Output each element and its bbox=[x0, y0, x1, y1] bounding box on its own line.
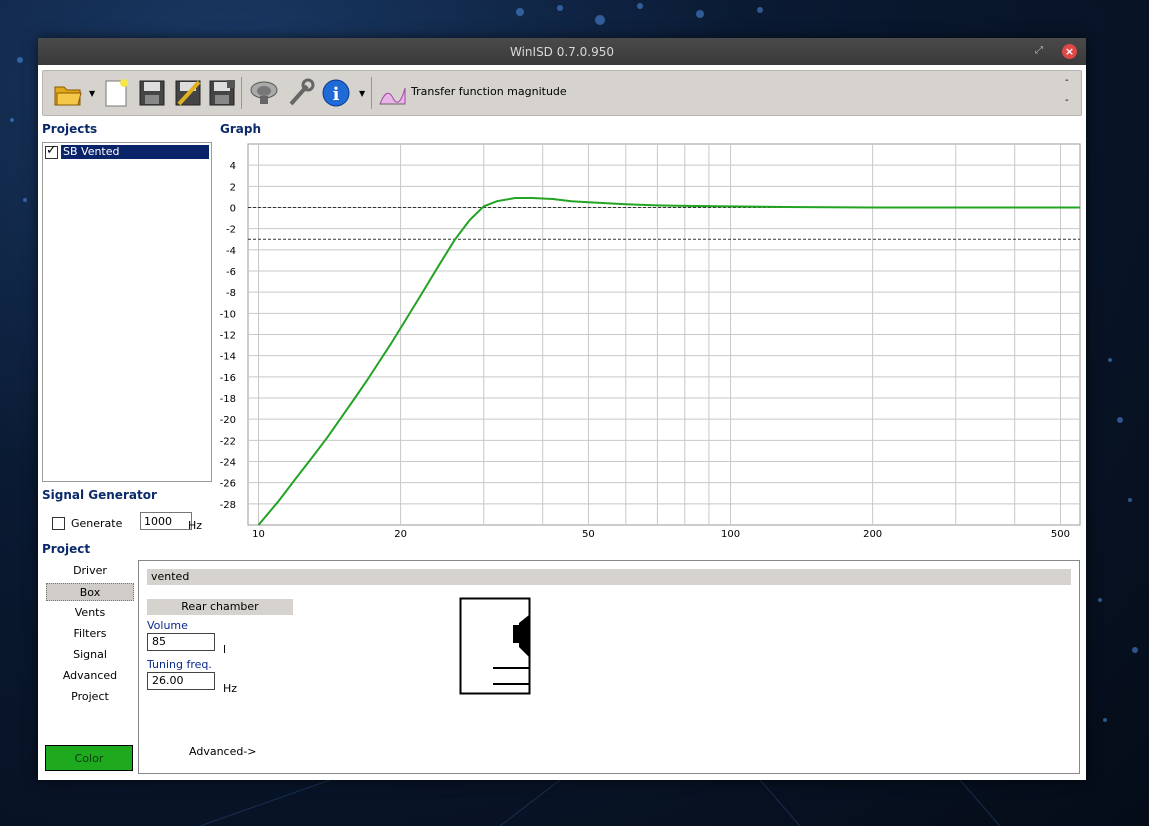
tuning-label: Tuning freq. bbox=[147, 658, 212, 671]
y-tick-label: -10 bbox=[220, 309, 236, 320]
graph-type-label[interactable]: Transfer function magnitude bbox=[411, 85, 567, 98]
projects-title: Projects bbox=[42, 122, 98, 136]
frequency-unit: Hz bbox=[188, 519, 203, 532]
y-tick-label: -4 bbox=[226, 246, 236, 257]
generate-checkbox[interactable] bbox=[52, 517, 65, 530]
tuning-unit: Hz bbox=[223, 682, 238, 695]
edit-save-icon[interactable] bbox=[173, 77, 203, 109]
x-tick-label: 50 bbox=[582, 529, 595, 540]
title-bar: WinISD 0.7.0.950 ⤢ × bbox=[38, 38, 1086, 65]
project-title: Project bbox=[42, 542, 91, 556]
toolbar-minimize-bottom[interactable]: - bbox=[1065, 95, 1069, 106]
box-type-header: vented bbox=[147, 569, 1071, 585]
signal-generator-title: Signal Generator bbox=[42, 488, 157, 502]
box-panel: vented Rear chamber Volume 85 l Tuning f… bbox=[138, 560, 1080, 774]
x-tick-label: 100 bbox=[721, 529, 740, 540]
open-dropdown-icon[interactable]: ▼ bbox=[89, 89, 95, 98]
x-tick-label: 20 bbox=[394, 529, 407, 540]
y-tick-label: -18 bbox=[220, 394, 236, 405]
transfer-function-chart[interactable]: 420-2-4-6-8-10-12-14-16-18-20-22-24-26-2… bbox=[218, 142, 1082, 542]
close-button[interactable]: × bbox=[1062, 44, 1077, 59]
volume-unit: l bbox=[223, 643, 227, 656]
x-tick-label: 10 bbox=[252, 529, 265, 540]
y-tick-label: -26 bbox=[220, 479, 236, 490]
toolbar-minimize-top[interactable]: - bbox=[1065, 75, 1069, 86]
volume-input[interactable]: 85 bbox=[147, 633, 215, 651]
generate-checkbox-group[interactable]: Generate bbox=[52, 517, 122, 530]
nav-item-box[interactable]: Box bbox=[46, 583, 134, 601]
project-checkbox[interactable] bbox=[45, 143, 58, 159]
speaker-driver-icon[interactable] bbox=[249, 77, 279, 109]
open-folder-icon[interactable] bbox=[53, 77, 83, 109]
x-tick-label: 200 bbox=[863, 529, 882, 540]
y-tick-label: -20 bbox=[220, 415, 236, 426]
nav-item-advanced[interactable]: Advanced bbox=[46, 667, 134, 685]
y-tick-label: 4 bbox=[230, 161, 236, 172]
y-tick-label: 0 bbox=[230, 204, 236, 215]
info-dropdown-icon[interactable]: ▼ bbox=[359, 89, 365, 98]
nav-item-vents[interactable]: Vents bbox=[46, 604, 134, 622]
generate-label: Generate bbox=[71, 517, 123, 530]
restore-icon[interactable]: ⤢ bbox=[1032, 44, 1046, 58]
y-tick-label: -14 bbox=[220, 352, 236, 363]
y-tick-label: -12 bbox=[220, 331, 236, 342]
nav-item-project[interactable]: Project bbox=[46, 688, 134, 706]
nav-item-driver[interactable]: Driver bbox=[46, 562, 134, 580]
y-tick-label: -24 bbox=[220, 458, 236, 469]
graph-title: Graph bbox=[220, 122, 261, 136]
nav-item-signal[interactable]: Signal bbox=[46, 646, 134, 664]
toolbar: ▼ i ▼ Transfer function magnitude - - bbox=[42, 70, 1082, 116]
y-tick-label: -6 bbox=[226, 267, 236, 278]
y-tick-label: -28 bbox=[220, 500, 236, 511]
info-icon[interactable]: i bbox=[321, 77, 351, 109]
y-tick-label: 2 bbox=[230, 182, 236, 193]
frequency-input[interactable] bbox=[140, 512, 192, 530]
color-button[interactable]: Color bbox=[45, 745, 133, 771]
x-tick-label: 500 bbox=[1051, 529, 1070, 540]
projects-list[interactable]: SB Vented bbox=[42, 142, 212, 482]
project-label[interactable]: SB Vented bbox=[61, 145, 209, 159]
graph-area[interactable]: 4 2 0 -2 -4 -6 -8 -10 -12 -14 -16 -18 -20 -22 -24 -26 -2… bbox=[218, 142, 1082, 542]
y-tick-label: -16 bbox=[220, 373, 236, 384]
y-tick-label: -2 bbox=[226, 225, 236, 236]
window-title: WinISD 0.7.0.950 bbox=[509, 44, 614, 59]
advanced-link[interactable]: Advanced-> bbox=[189, 745, 257, 758]
svg-text:i: i bbox=[333, 84, 340, 105]
rear-chamber-header: Rear chamber bbox=[147, 599, 293, 615]
winisd-window: WinISD 0.7.0.950 ⤢ × ▼ i ▼ Transfer func… bbox=[38, 38, 1086, 780]
graph-icon[interactable] bbox=[377, 77, 407, 109]
save-icon[interactable] bbox=[137, 77, 167, 109]
wrench-icon[interactable] bbox=[285, 77, 315, 109]
volume-label: Volume bbox=[147, 619, 188, 632]
list-item[interactable]: SB Vented bbox=[45, 143, 209, 159]
y-tick-label: -8 bbox=[226, 288, 236, 299]
box-diagram-icon bbox=[459, 597, 531, 695]
tuning-input[interactable]: 26.00 bbox=[147, 672, 215, 690]
new-document-icon[interactable] bbox=[101, 77, 131, 109]
nav-item-filters[interactable]: Filters bbox=[46, 625, 134, 643]
y-tick-label: -22 bbox=[220, 436, 236, 447]
save-as-icon[interactable] bbox=[207, 77, 237, 109]
